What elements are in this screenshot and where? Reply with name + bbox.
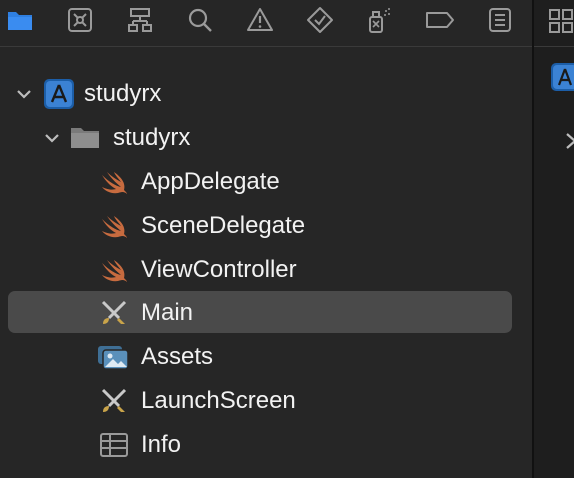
source-control-icon[interactable]: [66, 6, 94, 34]
file-row-appdelegate[interactable]: AppDelegate: [0, 162, 532, 202]
editor-pane: [534, 0, 574, 478]
file-label: LaunchScreen: [141, 387, 296, 414]
chevron-right-icon[interactable]: [564, 132, 574, 155]
search-icon[interactable]: [186, 6, 214, 34]
xcode-project-icon: [550, 62, 574, 97]
project-navigator: studyrx studyrx AppDelegate SceneDelegat…: [0, 0, 532, 478]
editor-toolbar: [534, 0, 574, 47]
file-row-main[interactable]: Main: [0, 293, 532, 333]
group-row[interactable]: studyrx: [0, 118, 532, 158]
file-label: Assets: [141, 343, 214, 370]
file-row-viewcontroller[interactable]: ViewController: [0, 250, 532, 290]
group-label: studyrx: [113, 124, 191, 151]
breakpoint-icon[interactable]: [424, 6, 456, 34]
file-row-launchscreen[interactable]: LaunchScreen: [0, 381, 532, 421]
file-label: Info: [141, 431, 182, 458]
file-label: Main: [141, 299, 194, 326]
report-icon[interactable]: [486, 6, 514, 34]
grid-icon[interactable]: [548, 8, 574, 39]
file-row-info[interactable]: Info: [0, 425, 532, 465]
file-row-assets[interactable]: Assets: [0, 337, 532, 377]
file-label: SceneDelegate: [141, 212, 306, 239]
folder-icon[interactable]: [6, 6, 34, 34]
file-label: ViewController: [141, 256, 297, 283]
project-label: studyrx: [84, 80, 162, 107]
file-label: AppDelegate: [141, 168, 280, 195]
project-row[interactable]: studyrx: [0, 74, 532, 114]
issue-warning-icon[interactable]: [246, 6, 274, 34]
test-diamond-icon[interactable]: [306, 6, 334, 34]
hierarchy-icon[interactable]: [126, 6, 154, 34]
debug-spray-icon[interactable]: [366, 6, 394, 34]
navigator-toolbar: [0, 0, 532, 47]
file-row-scenedelegate[interactable]: SceneDelegate: [0, 206, 532, 246]
